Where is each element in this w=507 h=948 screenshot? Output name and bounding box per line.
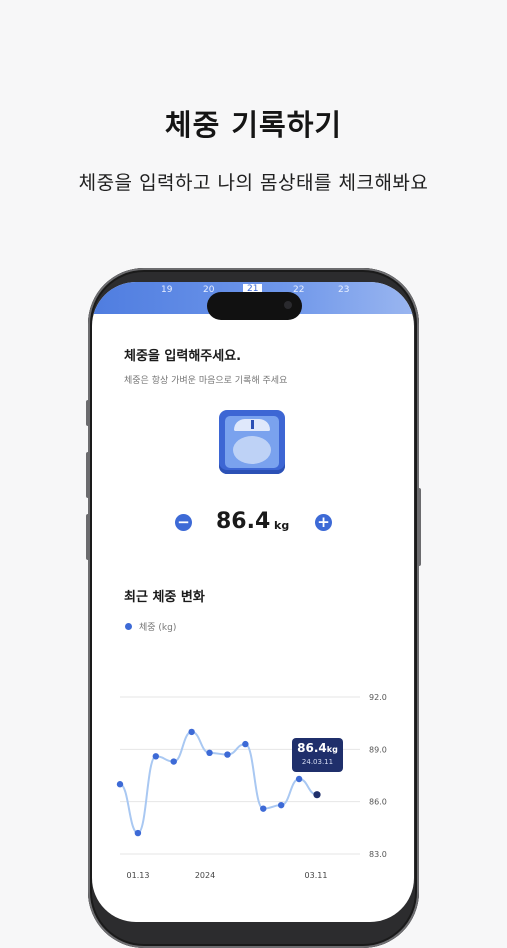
subheadline: 체중을 입력하고 나의 몸상태를 체크해봐요 — [78, 172, 429, 194]
weight-card-subtitle: 체중은 항상 가벼운 마음으로 기록해 주세요 — [124, 376, 288, 386]
weight-value: 86.4 — [216, 509, 271, 534]
weight-card-title: 체중을 입력해주세요. — [124, 349, 242, 364]
y-tick-label: 89.0 — [369, 745, 387, 754]
data-point — [224, 751, 231, 758]
date-19[interactable]: 19 — [161, 285, 172, 295]
data-point — [295, 775, 303, 783]
y-tick-label: 92.0 — [369, 693, 387, 702]
volume-button — [86, 514, 90, 560]
legend-marker — [125, 623, 132, 630]
tooltip-value: 86.4 — [297, 741, 327, 755]
data-point — [152, 753, 160, 760]
data-point — [170, 758, 177, 765]
y-tick-label: 86.0 — [369, 798, 387, 807]
legend-label: 체중 (kg) — [139, 623, 177, 633]
x-tick-label: 03.11 — [305, 871, 328, 880]
data-point — [313, 791, 321, 799]
tooltip-value-line: 86.4kg — [292, 741, 343, 757]
minus-icon: − — [177, 513, 190, 531]
decrease-weight-button[interactable]: − — [175, 514, 192, 531]
data-point — [242, 740, 249, 748]
chart-section-title: 최근 체중 변화 — [124, 590, 205, 605]
headline: 체중 기록하기 — [164, 108, 343, 142]
date-23[interactable]: 23 — [338, 285, 349, 295]
data-point — [206, 749, 213, 757]
y-tick-label: 83.0 — [369, 850, 387, 859]
increase-weight-button[interactable]: + — [315, 514, 332, 531]
power-button — [417, 488, 421, 566]
data-point — [188, 728, 195, 736]
weight-line-chart: 92.0 89.0 86.0 83.0 01.13 2024 03.11 — [116, 693, 387, 880]
x-tick-label: 01.13 — [127, 871, 150, 880]
phone-screen: 19 20 21 22 23 체중을 입력해주세요. 체중은 항상 가벼운 마음… — [92, 282, 414, 922]
scale-platform — [233, 436, 271, 464]
data-point — [260, 805, 267, 812]
camera-icon — [284, 301, 292, 309]
volume-button — [86, 452, 90, 498]
volume-button — [86, 400, 90, 426]
series-line — [119, 730, 318, 835]
tooltip-date: 24.03.11 — [301, 758, 334, 766]
weight-unit: kg — [274, 519, 290, 532]
x-tick-label: 2024 — [195, 871, 215, 880]
tooltip-unit: kg — [326, 745, 338, 754]
scale-needle — [251, 420, 254, 429]
chart-tooltip: 86.4kg 24.03.11 — [292, 738, 343, 772]
plus-icon: + — [317, 513, 330, 531]
data-point — [134, 829, 142, 837]
scale-icon — [219, 410, 285, 474]
data-point — [116, 781, 124, 788]
data-point — [277, 801, 285, 809]
